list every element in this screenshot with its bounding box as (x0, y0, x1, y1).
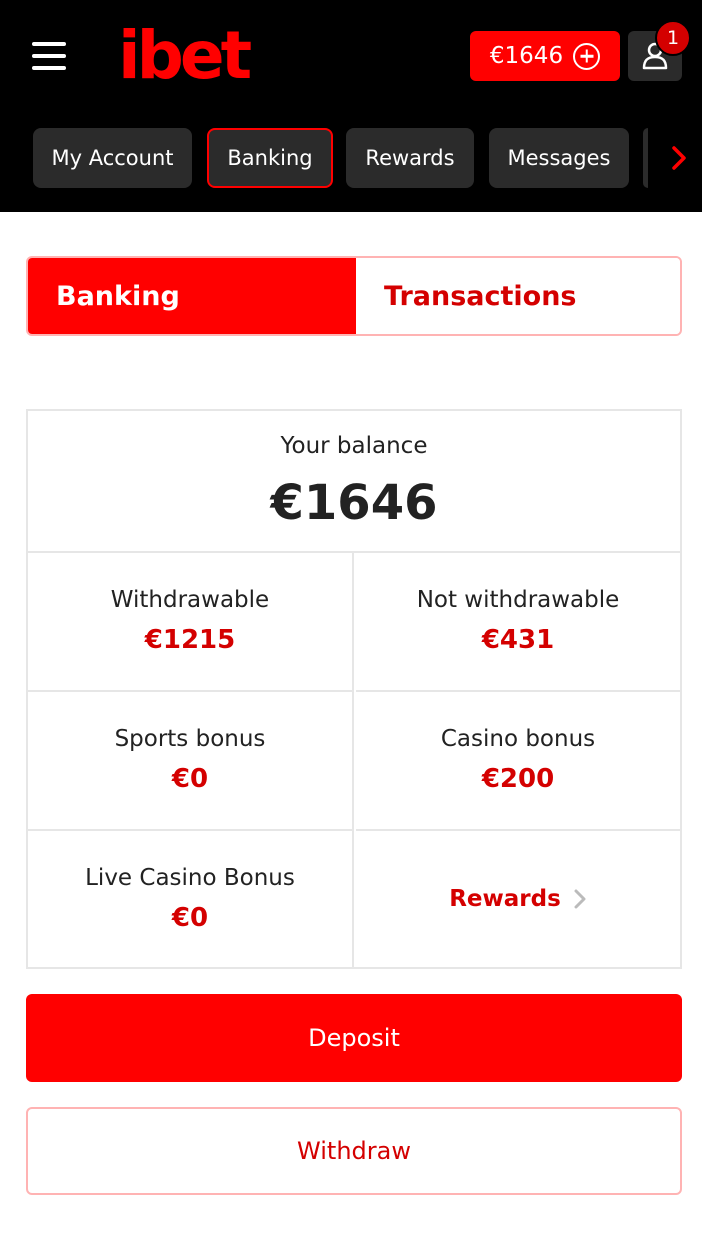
casino-bonus-value: €200 (481, 764, 555, 794)
rewards-cell: Rewards (356, 831, 680, 967)
balance-grid: Your balance €1646 Withdrawable €1215 No… (26, 409, 682, 969)
sports-bonus-value: €0 (171, 764, 209, 794)
tab-partial (643, 128, 648, 188)
tab-my-account[interactable]: My Account (33, 128, 192, 188)
rewards-link-label: Rewards (449, 886, 561, 912)
banking-segment-control: Banking Transactions (26, 256, 682, 336)
sports-bonus-label: Sports bonus (114, 726, 266, 752)
deposit-button[interactable]: Deposit (26, 994, 682, 1082)
segment-banking[interactable]: Banking (28, 258, 356, 334)
tab-banking[interactable]: Banking (207, 128, 333, 188)
casino-bonus-cell: Casino bonus €200 (356, 692, 680, 831)
total-balance-cell: Your balance €1646 (28, 411, 680, 553)
hamburger-menu-icon[interactable] (32, 42, 66, 70)
ibet-logo[interactable]: ibet (118, 18, 252, 94)
notification-badge: 1 (655, 20, 691, 56)
header-balance-value: €1646 (489, 43, 564, 69)
segment-transactions[interactable]: Transactions (356, 258, 680, 334)
plus-circle-icon (573, 42, 601, 70)
app-header: ibet €1646 1 My Account Banking Rewards … (0, 0, 702, 212)
total-balance-value: €1646 (270, 475, 438, 531)
tab-rewards[interactable]: Rewards (346, 128, 474, 188)
not-withdrawable-label: Not withdrawable (416, 587, 620, 613)
tab-messages[interactable]: Messages (489, 128, 629, 188)
live-casino-bonus-label: Live Casino Bonus (85, 865, 295, 891)
live-casino-bonus-value: €0 (171, 903, 209, 933)
live-casino-bonus-cell: Live Casino Bonus €0 (28, 831, 354, 967)
withdraw-button[interactable]: Withdraw (26, 1107, 682, 1195)
total-balance-label: Your balance (280, 433, 428, 459)
rewards-link[interactable]: Rewards (356, 831, 680, 967)
not-withdrawable-cell: Not withdrawable €431 (356, 553, 680, 692)
account-nav-tabs: My Account Banking Rewards Messages (0, 128, 702, 188)
chevron-right-icon[interactable] (664, 142, 694, 174)
withdrawable-label: Withdrawable (110, 587, 270, 613)
withdrawable-value: €1215 (144, 625, 236, 655)
chevron-right-icon (574, 889, 586, 909)
not-withdrawable-value: €431 (481, 625, 555, 655)
sports-bonus-cell: Sports bonus €0 (28, 692, 354, 831)
withdrawable-cell: Withdrawable €1215 (28, 553, 354, 692)
casino-bonus-label: Casino bonus (440, 726, 596, 752)
header-balance-button[interactable]: €1646 (470, 31, 620, 81)
